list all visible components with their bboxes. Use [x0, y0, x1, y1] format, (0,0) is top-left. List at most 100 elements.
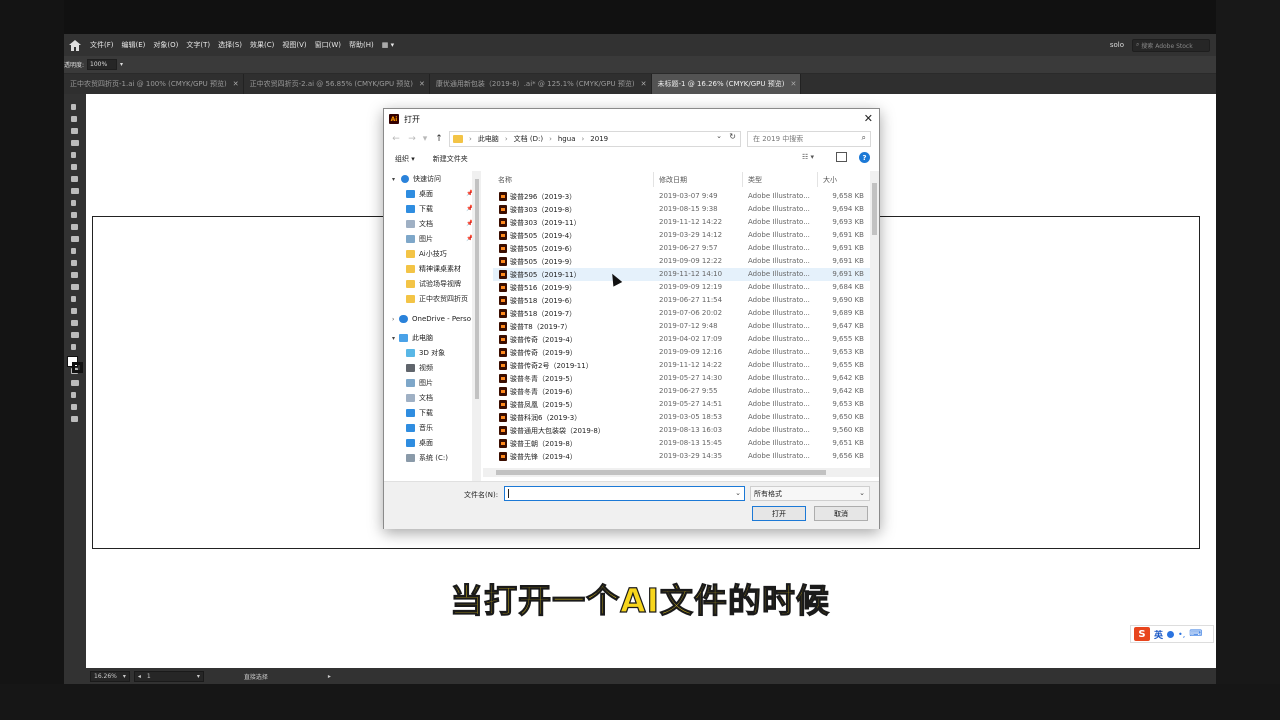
nav-pc-documents[interactable]: 文档 [406, 391, 433, 405]
cancel-button[interactable]: 取消 [814, 506, 868, 521]
nav-folder-desk-material[interactable]: 精神课桌素材 [406, 262, 461, 276]
nav-quick-access[interactable]: 快速访问 [401, 172, 441, 186]
file-row[interactable]: 骏普303（2019-11） 2019-11-12 14:22 Adobe Illu… [493, 216, 871, 229]
pencil-tool-icon[interactable] [69, 210, 81, 220]
nav-scrollbar-thumb[interactable] [475, 179, 479, 399]
scale-tool-icon[interactable] [69, 246, 81, 256]
filetype-select[interactable]: 所有格式 ⌄ [750, 486, 870, 501]
menu-effect[interactable]: 效果(C) [246, 40, 278, 50]
forward-arrow-icon[interactable]: → [406, 134, 418, 144]
close-icon[interactable]: ✕ [790, 80, 796, 88]
width-tool-icon[interactable] [69, 258, 81, 268]
stroke-color-swatch[interactable] [72, 362, 83, 373]
horizontal-scrollbar-thumb[interactable] [496, 470, 826, 475]
refresh-icon[interactable]: ↻ [729, 132, 736, 141]
menu-object[interactable]: 对象(O) [149, 40, 182, 50]
pen-tool-icon[interactable] [69, 138, 81, 148]
nav-documents[interactable]: 文档 [406, 217, 433, 231]
file-row[interactable]: 骏普516（2019-9） 2019-09-09 12:19 Adobe Illus… [493, 281, 871, 294]
rotate-tool-icon[interactable] [69, 234, 81, 244]
close-icon[interactable]: ✕ [864, 112, 873, 125]
ime-language-label[interactable]: 英 [1154, 628, 1163, 641]
free-transform-tool-icon[interactable] [69, 270, 81, 280]
file-row[interactable]: 骏普505（2019-4） 2019-03-29 14:12 Adobe Illus… [493, 229, 871, 242]
close-icon[interactable]: ✕ [419, 80, 425, 88]
tab-document-2[interactable]: 正中农贸四折页-2.ai @ 56.85% (CMYK/GPU 预览) ✕ [244, 74, 430, 94]
folder-search-input[interactable]: 在 2019 中搜索 ⌕ [747, 131, 871, 147]
open-button[interactable]: 打开 [752, 506, 806, 521]
close-icon[interactable]: ✕ [233, 80, 239, 88]
up-arrow-icon[interactable]: ↑ [433, 134, 445, 144]
file-row[interactable]: 骏普凤凰（2019-5） 2019-05-27 14:51 Adobe Illust… [493, 398, 871, 411]
tab-document-3[interactable]: 康优通用新包装（2019-8）.ai* @ 125.1% (CMYK/GPU 预… [430, 74, 652, 94]
workspace-label[interactable]: solo [1110, 41, 1124, 49]
file-row[interactable]: 骏普科润6（2019-3） 2019-03-05 18:53 Adobe Illus… [493, 411, 871, 424]
nav-folder-signage[interactable]: 试验场导视牌 [406, 277, 461, 291]
file-row[interactable]: 骏普王朝（2019-8） 2019-08-13 15:45 Adobe Illust… [493, 437, 871, 450]
shape-builder-tool-icon[interactable] [69, 282, 81, 292]
type-tool-icon[interactable] [69, 162, 81, 172]
menu-file[interactable]: 文件(F) [86, 40, 118, 50]
nav-folder-brochure[interactable]: 正中农贸四折页 [406, 292, 468, 306]
file-row[interactable]: 骏普518（2019-7） 2019-07-06 20:02 Adobe Illus… [493, 307, 871, 320]
ime-punctuation-icon[interactable] [1167, 630, 1175, 638]
new-folder-button[interactable]: 新建文件夹 [433, 154, 468, 164]
file-row[interactable]: 骏普传奇2号（2019-11） 2019-11-12 14:22 Adobe Ill… [493, 359, 871, 372]
artboard-navigator[interactable]: ◂ 1 ▾ [133, 670, 204, 682]
magic-wand-tool-icon[interactable] [69, 126, 81, 136]
tab-document-1[interactable]: 正中农贸四折页-1.ai @ 100% (CMYK/GPU 预览) ✕ [64, 74, 244, 94]
file-row[interactable]: 骏普296（2019-3） 2019-03-07 9:49 Adobe Illust… [493, 190, 871, 203]
file-row[interactable]: 骏普传奇（2019-9） 2019-09-09 12:16 Adobe Illust… [493, 346, 871, 359]
opacity-dropdown-icon[interactable]: ▾ [120, 61, 123, 68]
chevron-down-icon[interactable]: ⌄ [716, 132, 722, 140]
menu-type[interactable]: 文字(T) [182, 40, 214, 50]
file-row[interactable]: 骏普传奇（2019-4） 2019-04-02 17:09 Adobe Illust… [493, 333, 871, 346]
nav-videos[interactable]: 视频 [406, 361, 433, 375]
blend-tool-icon[interactable] [69, 342, 81, 352]
view-options-icon[interactable]: ☷ ▾ [802, 153, 822, 165]
nav-desktop[interactable]: 桌面 [406, 187, 433, 201]
chevron-down-icon[interactable]: ⌄ [735, 489, 741, 497]
menu-help[interactable]: 帮助(H) [345, 40, 378, 50]
nav-onedrive[interactable]: OneDrive - Perso [399, 312, 471, 326]
nav-pc-downloads[interactable]: 下载 [406, 406, 433, 420]
selection-tool-icon[interactable] [69, 102, 81, 112]
ime-toolbar[interactable]: S 英 •, ⌨ [1130, 625, 1214, 643]
eraser-tool-icon[interactable] [69, 222, 81, 232]
recent-dropdown-icon[interactable]: ▾ [419, 134, 431, 144]
file-row[interactable]: 骏普518（2019-6） 2019-06-27 11:54 Adobe Illus… [493, 294, 871, 307]
nav-folder-ai-tips[interactable]: Ai小技巧 [406, 247, 447, 261]
nav-pictures[interactable]: 图片 [406, 232, 433, 246]
nav-pc-desktop[interactable]: 桌面 [406, 436, 433, 450]
home-icon[interactable] [64, 34, 86, 56]
menu-edit[interactable]: 编辑(E) [118, 40, 150, 50]
preview-pane-icon[interactable] [836, 152, 847, 162]
file-row[interactable]: 骏普T8（2019-7） 2019-07-12 9:48 Adobe Illustr… [493, 320, 871, 333]
nav-3d-objects[interactable]: 3D 对象 [406, 346, 445, 360]
ime-settings-icon[interactable]: •, [1178, 630, 1185, 639]
nav-this-pc[interactable]: 此电脑 [399, 331, 433, 345]
nav-downloads[interactable]: 下载 [406, 202, 433, 216]
status-menu-icon[interactable]: ▸ [328, 673, 331, 680]
breadcrumb-hgua[interactable]: hgua [558, 135, 576, 143]
file-row[interactable]: 骏普先锋（2019-4） 2019-03-29 14:35 Adobe Illust… [493, 450, 871, 463]
file-row[interactable]: 骏普冬青（2019-6） 2019-06-27 9:55 Adobe Illustr… [493, 385, 871, 398]
column-header-size[interactable]: 大小 [823, 175, 837, 185]
menu-window[interactable]: 窗口(W) [311, 40, 345, 50]
file-list-scrollbar-thumb[interactable] [872, 183, 877, 235]
nav-system-drive[interactable]: 系统 (C:) [406, 451, 448, 465]
workspace-switcher-icon[interactable]: ▦ ▾ [378, 41, 398, 49]
perspective-tool-icon[interactable] [69, 294, 81, 304]
eyedropper-tool-icon[interactable] [69, 330, 81, 340]
file-row[interactable]: 骏普505（2019-11） 2019-11-12 14:10 Adobe Illu… [493, 268, 871, 281]
back-arrow-icon[interactable]: ← [390, 134, 402, 144]
nav-music[interactable]: 音乐 [406, 421, 433, 435]
line-tool-icon[interactable] [69, 174, 81, 184]
breadcrumb-2019[interactable]: 2019 [590, 135, 608, 143]
direct-selection-tool-icon[interactable] [69, 114, 81, 124]
gradient-tool-icon[interactable] [69, 318, 81, 328]
nav-pc-pictures[interactable]: 图片 [406, 376, 433, 390]
file-row[interactable]: 骏普通用大包装袋（2019-8） 2019-08-13 16:03 Adobe Il… [493, 424, 871, 437]
opacity-field[interactable]: 100% [87, 59, 118, 70]
curvature-tool-icon[interactable] [69, 150, 81, 160]
